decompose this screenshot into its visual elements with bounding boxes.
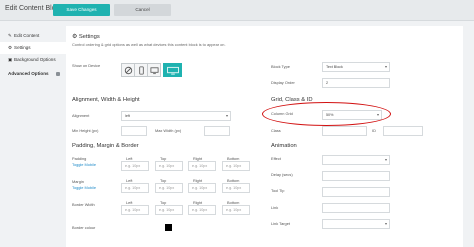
- class-label: Class: [271, 128, 281, 133]
- sidebar-item-settings[interactable]: ⚙ Settings: [0, 42, 66, 54]
- tool-tip-input[interactable]: [322, 187, 390, 197]
- display-order-label: Display Order: [271, 80, 295, 85]
- desktop-icon: [167, 66, 179, 75]
- padding-left-input[interactable]: e.g. 10px: [121, 161, 149, 171]
- highlight-circle: [262, 102, 391, 126]
- min-height-input[interactable]: [121, 126, 147, 136]
- device-toggle-tablet[interactable]: [147, 63, 161, 77]
- chevron-down-icon: ▾: [384, 157, 387, 162]
- effect-label: Effect: [271, 156, 281, 161]
- save-changes-button[interactable]: Save Changes: [53, 4, 110, 16]
- sidebar-item-edit-content[interactable]: ✎ Edit Content: [0, 30, 66, 42]
- device-toggle-none[interactable]: [121, 63, 135, 77]
- alignment-select[interactable]: left ▾: [121, 111, 231, 121]
- mobile-icon: [139, 66, 144, 75]
- gear-icon: ⚙: [8, 45, 13, 50]
- sidebar: ✎ Edit Content ⚙ Settings ▣ Background Opti…: [0, 21, 66, 247]
- margin-bottom-input[interactable]: e.g. 10px: [222, 183, 250, 193]
- padding-right-input[interactable]: e.g. 10px: [188, 161, 216, 171]
- margin-toggle-mobile-link[interactable]: Toggle Mobile: [72, 185, 96, 190]
- sidebar-item-advanced-options[interactable]: Advanced Options: [0, 68, 66, 80]
- block-type-label: Block Type: [271, 64, 290, 69]
- max-width-label: Max Width (px): [155, 128, 182, 133]
- margin-left-input[interactable]: e.g. 10px: [121, 183, 149, 193]
- animation-heading: Animation: [271, 143, 297, 149]
- image-icon: ▣: [8, 57, 13, 62]
- min-height-label: Min Height (px): [72, 128, 99, 133]
- delay-input[interactable]: [322, 171, 390, 181]
- effect-select[interactable]: ▾: [322, 155, 390, 165]
- top-bar: Edit Content Block Save Changes Cancel: [0, 0, 474, 21]
- border-colour-swatch[interactable]: [165, 224, 172, 231]
- border-right-input[interactable]: e.g. 10px: [188, 205, 216, 215]
- expand-icon: [56, 72, 60, 76]
- class-input[interactable]: [322, 126, 367, 136]
- max-width-input[interactable]: [204, 126, 230, 136]
- alignment-heading: Alignment, Width & Height: [72, 97, 140, 103]
- settings-description: Control ordering & grid options as well …: [72, 42, 226, 47]
- padding-bottom-input[interactable]: e.g. 10px: [222, 161, 250, 171]
- border-width-label: Border Width: [72, 202, 95, 207]
- device-toggle-mobile[interactable]: [134, 63, 148, 77]
- border-colour-label: Border colour: [72, 225, 96, 230]
- device-toggle-desktop[interactable]: [163, 63, 182, 77]
- link-input[interactable]: [322, 203, 390, 213]
- show-on-device-label: Show on Device: [72, 63, 101, 68]
- link-target-label: Link Target: [271, 221, 290, 226]
- margin-top-input[interactable]: e.g. 10px: [155, 183, 183, 193]
- chevron-down-icon: ▾: [384, 221, 387, 226]
- link-target-select[interactable]: ▾: [322, 219, 390, 229]
- chevron-down-icon: ▾: [384, 64, 387, 69]
- block-icon: [124, 66, 133, 75]
- padding-top-input[interactable]: e.g. 10px: [155, 161, 183, 171]
- tool-tip-label: Tool Tip: [271, 188, 285, 193]
- border-bottom-input[interactable]: e.g. 10px: [222, 205, 250, 215]
- block-type-select[interactable]: Text Block ▾: [322, 62, 390, 72]
- cancel-button[interactable]: Cancel: [114, 4, 171, 16]
- link-label: Link: [271, 205, 279, 210]
- margin-right-input[interactable]: e.g. 10px: [188, 183, 216, 193]
- id-input[interactable]: [383, 126, 423, 136]
- display-order-input[interactable]: 2: [322, 78, 390, 88]
- id-label: ID: [372, 128, 376, 133]
- border-top-input[interactable]: e.g. 10px: [155, 205, 183, 215]
- padding-heading: Padding, Margin & Border: [72, 143, 139, 149]
- padding-toggle-mobile-link[interactable]: Toggle Mobile: [72, 162, 96, 167]
- chevron-down-icon: ▾: [225, 113, 228, 118]
- alignment-label: Alignment: [72, 113, 90, 118]
- border-left-input[interactable]: e.g. 10px: [121, 205, 149, 215]
- sidebar-item-background-options[interactable]: ▣ Background Options: [0, 54, 66, 66]
- padding-label: Padding: [72, 156, 87, 161]
- margin-label: Margin: [72, 179, 84, 184]
- settings-heading: ⚙ Settings: [72, 34, 100, 40]
- edit-icon: ✎: [8, 33, 12, 38]
- gear-icon: ⚙: [72, 34, 79, 40]
- monitor-icon: [150, 67, 159, 75]
- delay-label: Delay (secs): [271, 172, 293, 177]
